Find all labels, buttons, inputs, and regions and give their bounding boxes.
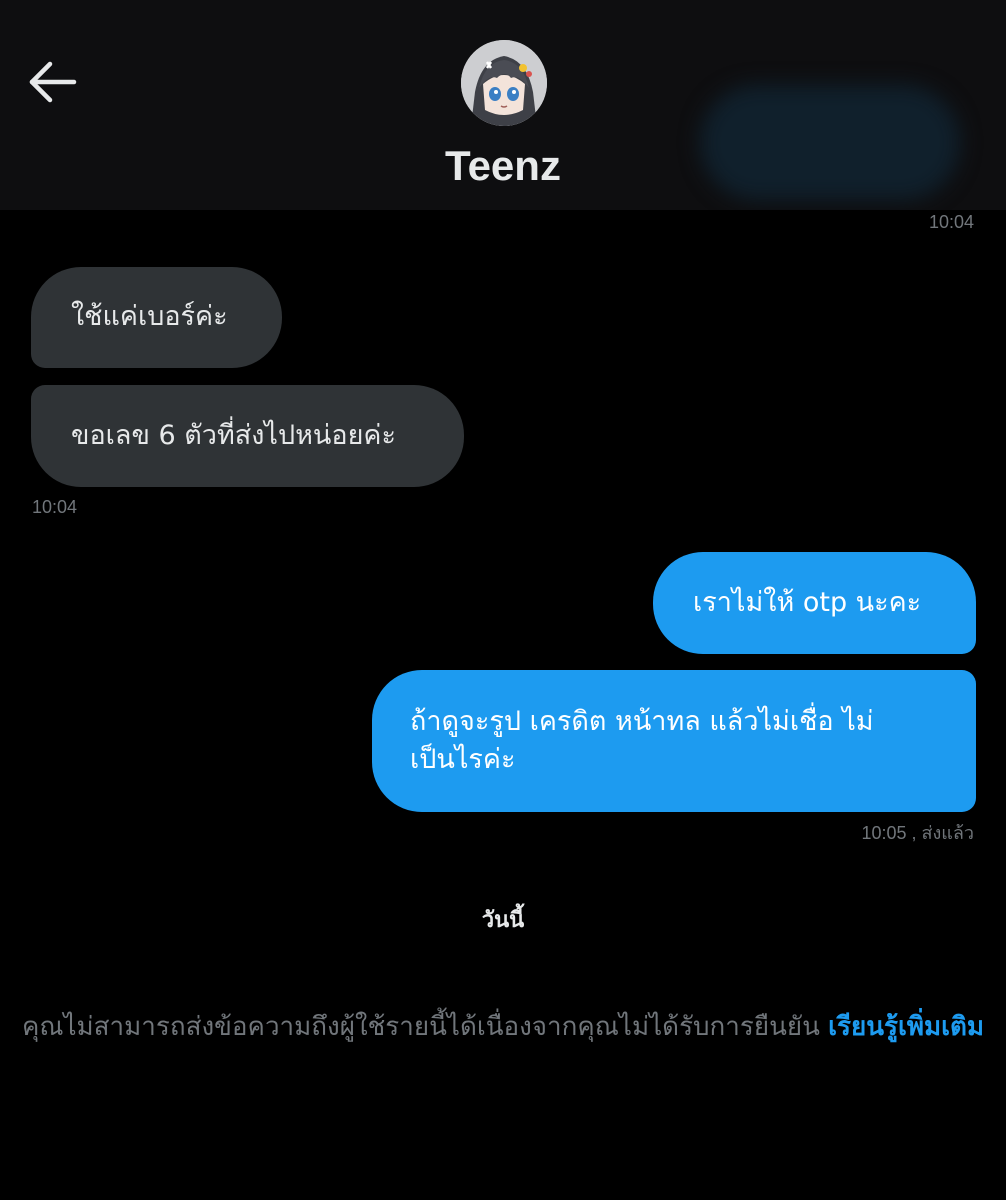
conversation-header: Teenz	[0, 0, 1006, 210]
contact-avatar[interactable]	[461, 40, 547, 126]
incoming-message-bubble[interactable]: ขอเลข 6 ตัวที่ส่งไปหน่อยค่ะ	[31, 385, 464, 487]
back-button[interactable]	[26, 56, 78, 108]
incoming-message-timestamp: 10:04	[32, 497, 78, 517]
profile-avatar-icon	[461, 40, 547, 126]
arrow-left-icon	[29, 61, 77, 103]
contact-name[interactable]: Teenz	[0, 140, 1006, 192]
outgoing-message-bubble[interactable]: ถ้าดูจะรูป เครดิต หน้าทล แล้วไม่เชื่อ ไม…	[372, 670, 976, 812]
message-timestamp: 10:04	[928, 212, 974, 232]
outgoing-message-status: 10:05 , ส่งแล้ว	[861, 823, 974, 843]
incoming-message-bubble[interactable]: ใช้แค่เบอร์ค่ะ	[31, 267, 282, 368]
learn-more-link[interactable]: เรียนรู้เพิ่มเติม	[828, 1012, 984, 1042]
outgoing-message-bubble[interactable]: เราไม่ให้ otp นะคะ	[653, 552, 976, 654]
cannot-message-notice: คุณไม่สามารถส่งข้อความถึงผู้ใช้รายนี้ได้…	[20, 1005, 986, 1049]
notice-text: คุณไม่สามารถส่งข้อความถึงผู้ใช้รายนี้ได้…	[21, 1012, 829, 1042]
day-divider: วันนี้	[481, 908, 525, 933]
